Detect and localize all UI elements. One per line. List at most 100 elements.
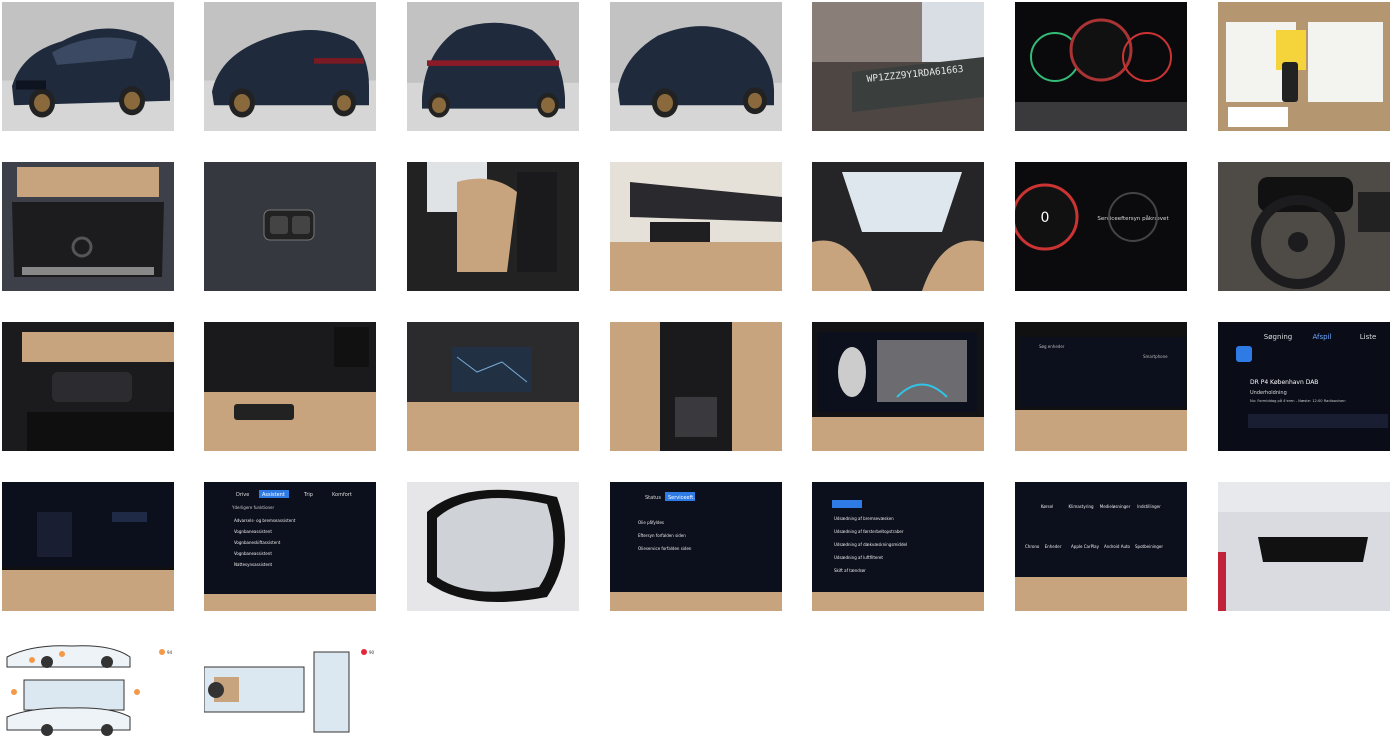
stalk-image (2, 322, 174, 451)
rear-mirror-image (1218, 482, 1390, 611)
photo-rear-seats[interactable] (407, 162, 579, 291)
buttons-image (204, 162, 376, 291)
assist-item: Vognbaneassistent (234, 551, 272, 556)
app-label: Indstillinger (1137, 504, 1161, 509)
assist-tab-komfort: Komfort (332, 492, 352, 498)
now-playing: Nu: Formiddag på 4'eren - Næste: 12:00 R… (1250, 398, 1346, 403)
assist-item: Vognbaneskiftassistent (234, 540, 281, 545)
photo-door-controls[interactable] (204, 322, 376, 451)
tab-list: Liste (1360, 333, 1377, 341)
interior-diagram-image: 90 (204, 642, 376, 738)
tab-play: Afspil (1313, 333, 1332, 341)
damage-diagram-exterior[interactable]: 94 (2, 642, 174, 738)
photo-center-console-navigation[interactable] (407, 322, 579, 451)
photo-rear-view-mirror[interactable] (1218, 482, 1390, 611)
camera-image (812, 322, 984, 451)
photo-gallery: WP1ZZZ9Y1RDA61663 0 Serviceeftersyn påkr… (0, 0, 1398, 738)
assist-tab-assistent: Assistent (262, 492, 285, 498)
keypad-screen-image (2, 482, 174, 611)
dashboard-image (610, 162, 782, 291)
assist-tab-trip: Trip (303, 492, 313, 498)
status-screen-image: Udsædning af bremsevæsken Udsædning af f… (812, 482, 984, 611)
app-label: Klimastyring (1068, 504, 1094, 509)
service-screen-image: Status Serviceeft. Olie påfyldes Eftersy… (610, 482, 782, 611)
photo-device-connection[interactable]: Søg enheder Smartphone (1015, 322, 1187, 451)
photo-reverse-camera[interactable] (812, 322, 984, 451)
tunnel-image (610, 322, 782, 451)
service-item: Olieservice forfalden siden (638, 546, 692, 551)
station-category: Underholdning (1250, 390, 1287, 396)
car-front-image (2, 2, 174, 131)
svg-text:0: 0 (1041, 210, 1050, 226)
damage-diagram-interior[interactable]: 90 (204, 642, 376, 738)
service-item: Olie påfyldes (638, 520, 664, 525)
status-item: Udsædning af dækvæskningsmiddel (834, 542, 907, 547)
photo-exterior-front[interactable] (2, 2, 174, 131)
tab-search: Søgning (1264, 333, 1292, 341)
photo-cluster-service-message[interactable]: 0 Serviceeftersyn påkrævet (1015, 162, 1187, 291)
assistance-screen-image: Drive Assistent Trip Komfort Yderligere … (204, 482, 376, 611)
mirror-image (407, 482, 579, 611)
photo-exterior-front-right[interactable] (610, 2, 782, 131)
photo-service-status[interactable]: Status Serviceeft. Olie påfyldes Eftersy… (610, 482, 782, 611)
photo-front-interior[interactable] (610, 162, 782, 291)
app-label: Enheder (1045, 544, 1062, 549)
status-item: Udsædning af førsterbeltopstraber (834, 529, 904, 534)
door-image (204, 322, 376, 451)
photo-status-warnings[interactable]: Udsædning af bremsevæsken Udsædning af f… (812, 482, 984, 611)
papers-image (1218, 2, 1390, 131)
trunk-image (2, 162, 174, 291)
app-label: Kørsel (1041, 504, 1053, 509)
assist-item: Vognbaneassistent (234, 529, 272, 534)
assist-item: Nattesynsassistent (234, 562, 272, 567)
photo-steering-wheel[interactable] (1218, 162, 1390, 291)
device-name: Smartphone (1143, 354, 1168, 359)
search-devices-label: Søg enheder (1039, 344, 1065, 349)
app-label: Chrono (1025, 544, 1040, 549)
navigation-image (407, 322, 579, 451)
steering-image (1218, 162, 1390, 291)
photo-exterior-rear-left[interactable] (204, 2, 376, 131)
photo-panorama-roof[interactable] (812, 162, 984, 291)
status-item: Skift af tændrør (834, 568, 866, 573)
photo-center-tunnel[interactable] (610, 322, 782, 451)
app-label: Spotbeininger (1135, 544, 1163, 549)
radio-screen-image: Søgning Afspil Liste DR P4 København DAB… (1218, 322, 1390, 451)
service-item: Eftersyn forfalden siden (638, 533, 686, 538)
vin-plate-image: WP1ZZZ9Y1RDA61663 (812, 2, 984, 131)
car-rear-image (204, 2, 376, 131)
assist-item: Advarsels- og bremseassistent (234, 518, 296, 523)
assist-tab-drive: Drive (236, 492, 249, 498)
photo-service-papers[interactable] (1218, 2, 1390, 131)
service-tab-serviceeft: Serviceeft. (668, 495, 695, 501)
photo-steering-stalk[interactable] (2, 322, 174, 451)
connect-screen-image: Søg enheder Smartphone (1015, 322, 1187, 451)
photo-assistance-settings[interactable]: Drive Assistent Trip Komfort Yderligere … (204, 482, 376, 611)
photo-exterior-rear[interactable] (407, 2, 579, 131)
photo-trunk[interactable] (2, 162, 174, 291)
cluster-message-image: 0 Serviceeftersyn påkrævet (1015, 162, 1187, 291)
roof-image (812, 162, 984, 291)
cluster-image (1015, 2, 1187, 131)
app-label: Medieløsninger (1100, 504, 1131, 509)
car-rear-view-image (407, 2, 579, 131)
status-item: Udsædning af bremsevæsken (834, 516, 894, 521)
app-label: Apple CarPlay (1071, 544, 1100, 549)
station-name: DR P4 København DAB (1250, 379, 1318, 386)
photo-vin-plate[interactable]: WP1ZZZ9Y1RDA61663 (812, 2, 984, 131)
photo-instrument-cluster[interactable] (1015, 2, 1187, 131)
interior-legend-count: 90 (369, 650, 375, 655)
photo-side-mirror[interactable] (407, 482, 579, 611)
photo-apps-screen[interactable]: Kørsel Klimastyring Medieløsninger Indst… (1015, 482, 1187, 611)
rear-seats-image (407, 162, 579, 291)
app-label: Android Auto (1104, 544, 1131, 549)
photo-seat-buttons[interactable] (204, 162, 376, 291)
service-tab-status: Status (645, 495, 661, 501)
exterior-diagram-image: 94 (2, 642, 174, 738)
exterior-legend-count: 94 (167, 650, 173, 655)
photo-phone-keypad[interactable] (2, 482, 174, 611)
assist-header: Yderligere funktioner (231, 505, 275, 510)
photo-radio-screen[interactable]: Søgning Afspil Liste DR P4 København DAB… (1218, 322, 1390, 451)
car-front-right-image (610, 2, 782, 131)
status-item: Udsædning af luftfilteret (834, 555, 883, 560)
